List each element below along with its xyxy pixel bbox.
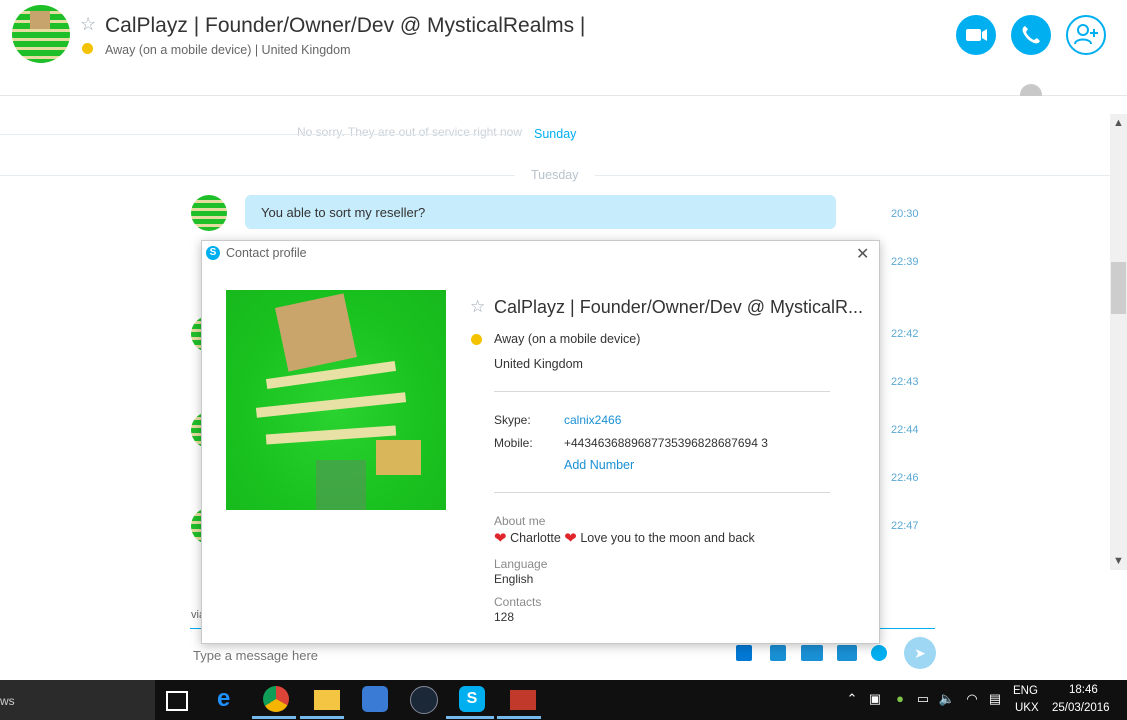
- profile-location: United Kingdom: [494, 357, 583, 371]
- send-file-icon[interactable]: [736, 645, 752, 661]
- emoticon-icon[interactable]: [871, 645, 887, 661]
- mobile-label: Mobile:: [494, 436, 533, 450]
- input-language[interactable]: ENG: [1013, 685, 1038, 697]
- message-timestamp: 22:43: [891, 376, 919, 388]
- away-status-icon: [82, 43, 93, 54]
- show-hidden-icons-icon[interactable]: ⌃: [843, 690, 861, 708]
- skype-label: Skype:: [494, 413, 531, 427]
- about-me-text: ❤ Charlotte ❤ Love you to the moon and b…: [494, 529, 755, 547]
- profile-status: Away (on a mobile device): [494, 332, 641, 346]
- notification-icon[interactable]: ▤: [986, 690, 1004, 708]
- send-button[interactable]: ➤: [904, 637, 936, 669]
- taskbar-search-area[interactable]: [0, 680, 155, 720]
- contact-status: Away (on a mobile device) | United Kingd…: [105, 43, 351, 57]
- message-timestamp: 22:47: [891, 520, 919, 532]
- contact-card-icon[interactable]: [837, 645, 857, 661]
- contacts-label: Contacts: [494, 595, 542, 609]
- day-divider-line: [595, 175, 1110, 176]
- add-person-icon: [1074, 24, 1098, 45]
- heart-icon: ❤: [564, 530, 577, 547]
- message-timestamp: 22:39: [891, 256, 919, 268]
- day-divider-tuesday: Tuesday: [531, 168, 579, 182]
- file-explorer-icon[interactable]: [314, 690, 340, 710]
- app-icon[interactable]: [362, 686, 388, 712]
- video-camera-icon: [966, 29, 987, 41]
- skype-taskbar-icon[interactable]: S: [459, 686, 485, 712]
- about-me-label: About me: [494, 514, 546, 528]
- section-divider: [494, 492, 830, 493]
- add-people-button[interactable]: [1066, 15, 1106, 55]
- video-call-button[interactable]: [956, 15, 996, 55]
- section-divider: [494, 391, 830, 392]
- keyboard-layout[interactable]: UKX: [1015, 702, 1039, 714]
- favorite-star-icon[interactable]: ☆: [80, 14, 96, 35]
- contact-name[interactable]: CalPlayz | Founder/Owner/Dev @ MysticalR…: [105, 14, 585, 38]
- tray-leaf-icon[interactable]: ●: [891, 690, 909, 708]
- voice-call-button[interactable]: [1011, 15, 1051, 55]
- day-divider-line: [0, 134, 520, 135]
- taskbar-left-text: ws: [0, 694, 15, 708]
- truck-app-icon[interactable]: [510, 690, 536, 710]
- language-label: Language: [494, 557, 548, 571]
- language-value: English: [494, 572, 534, 586]
- chrome-icon[interactable]: [263, 686, 289, 712]
- add-number-link[interactable]: Add Number: [564, 458, 634, 472]
- away-status-icon: [471, 334, 482, 345]
- about-me-name: Charlotte: [510, 531, 561, 545]
- about-me-message: Love you to the moon and back: [580, 531, 755, 545]
- message-timestamp: 20:30: [891, 208, 919, 220]
- clock-time[interactable]: 18:46: [1069, 684, 1098, 696]
- message-text: You able to sort my reseller?: [261, 205, 426, 220]
- volume-icon[interactable]: 🔈: [938, 690, 956, 708]
- favorite-star-icon[interactable]: ☆: [470, 297, 485, 317]
- contact-avatar[interactable]: [12, 5, 70, 63]
- scrollbar-thumb[interactable]: [1111, 262, 1126, 314]
- heart-icon: ❤: [494, 530, 507, 547]
- message-avatar[interactable]: [191, 195, 227, 231]
- close-icon[interactable]: ✕: [856, 244, 869, 264]
- day-divider-sunday: Sunday: [534, 127, 577, 141]
- video-message-icon[interactable]: [801, 645, 823, 661]
- message-timestamp: 22:46: [891, 472, 919, 484]
- profile-name: CalPlayz | Founder/Owner/Dev @ MysticalR…: [494, 297, 864, 317]
- steam-icon[interactable]: [410, 686, 438, 714]
- skype-logo-icon: S: [206, 246, 220, 260]
- message-timestamp: 22:42: [891, 328, 919, 340]
- clock-date[interactable]: 25/03/2016: [1052, 702, 1110, 714]
- edge-icon[interactable]: e: [217, 686, 243, 712]
- day-divider-line: [0, 175, 515, 176]
- scroll-up-icon[interactable]: ▲: [1113, 117, 1124, 129]
- phone-icon: [1022, 26, 1040, 44]
- chat-scrollbar[interactable]: [1110, 114, 1127, 570]
- faded-message: No sorry. They are out of service right …: [297, 125, 522, 139]
- message-input[interactable]: [191, 647, 695, 664]
- battery-icon[interactable]: ▭: [914, 690, 932, 708]
- skype-name-value[interactable]: calnix2466: [564, 413, 621, 427]
- task-view-icon[interactable]: [166, 691, 188, 711]
- profile-picture[interactable]: [226, 290, 446, 510]
- mobile-number-value: +4434636889687735396828687694 3: [564, 436, 768, 450]
- scroll-down-icon[interactable]: ▼: [1113, 555, 1124, 567]
- contacts-count: 128: [494, 610, 515, 624]
- dialog-title: Contact profile: [226, 246, 307, 260]
- message-timestamp: 22:44: [891, 424, 919, 436]
- wifi-icon[interactable]: ◠: [963, 690, 981, 708]
- document-icon[interactable]: [770, 645, 786, 661]
- tray-app-icon[interactable]: ▣: [866, 690, 884, 708]
